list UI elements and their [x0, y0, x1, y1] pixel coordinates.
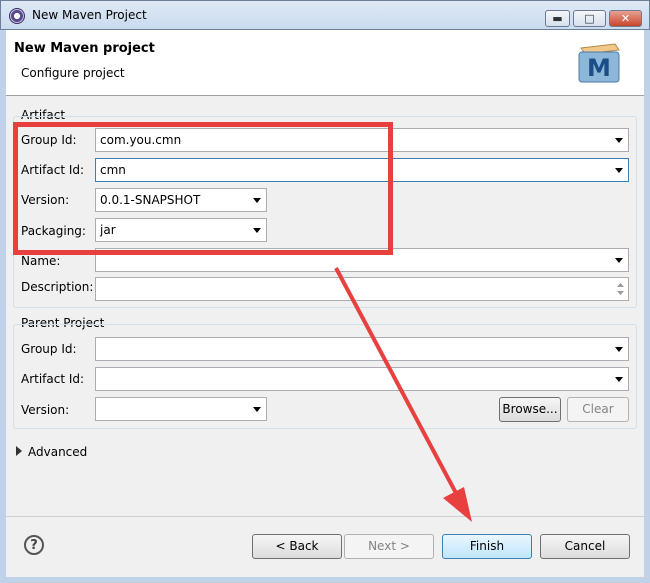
chevron-down-icon[interactable]	[615, 258, 623, 263]
page-title: New Maven project	[14, 41, 155, 56]
packaging-select[interactable]: jar	[95, 218, 267, 242]
browse-button[interactable]: Browse...	[499, 397, 561, 422]
parent-artifact-id-field[interactable]	[95, 367, 629, 391]
description-label: Description:	[21, 280, 94, 294]
page-subtitle: Configure project	[21, 66, 125, 80]
name-field[interactable]	[95, 248, 629, 272]
group-id-value: com.you.cmn	[100, 133, 182, 147]
chevron-down-icon[interactable]	[615, 347, 623, 352]
parent-group-id-label: Group Id:	[21, 342, 77, 356]
version-label: Version:	[21, 193, 70, 207]
wizard-header	[6, 30, 644, 96]
help-icon[interactable]: ?	[24, 535, 44, 555]
chevron-down-icon[interactable]	[615, 168, 623, 173]
parent-version-label: Version:	[21, 403, 70, 417]
artifact-id-field[interactable]: cmn	[95, 158, 629, 182]
footer-divider	[6, 516, 644, 517]
chevron-down-icon[interactable]	[253, 198, 261, 203]
version-value: 0.0.1-SNAPSHOT	[100, 193, 201, 207]
chevron-down-icon[interactable]	[615, 377, 623, 382]
minimize-button[interactable]: ▬	[545, 10, 570, 27]
packaging-label: Packaging:	[21, 224, 86, 238]
close-button[interactable]: ✕	[609, 10, 642, 27]
window-title: New Maven Project	[32, 8, 147, 22]
artifact-id-label: Artifact Id:	[21, 163, 85, 177]
group-id-field[interactable]: com.you.cmn	[95, 128, 629, 152]
packaging-value: jar	[100, 223, 116, 237]
maximize-button[interactable]: □	[573, 10, 606, 27]
maven-logo-letter: M	[587, 54, 611, 82]
next-button[interactable]: Next >	[344, 534, 434, 559]
group-id-label: Group Id:	[21, 133, 77, 147]
parent-artifact-id-label: Artifact Id:	[21, 372, 85, 386]
maven-logo-icon: M	[578, 43, 620, 83]
artifact-id-value: cmn	[100, 163, 126, 177]
back-button[interactable]: < Back	[252, 534, 342, 559]
scroll-arrows-icon[interactable]	[616, 280, 625, 298]
clear-button[interactable]: Clear	[567, 397, 629, 422]
description-textarea[interactable]	[95, 277, 629, 301]
name-label: Name:	[21, 254, 61, 268]
eclipse-app-icon	[9, 8, 25, 24]
chevron-right-icon[interactable]	[16, 446, 22, 456]
finish-button[interactable]: Finish	[442, 534, 532, 559]
chevron-down-icon[interactable]	[253, 228, 261, 233]
parent-version-select[interactable]	[95, 397, 267, 421]
advanced-toggle[interactable]: Advanced	[28, 445, 87, 459]
version-select[interactable]: 0.0.1-SNAPSHOT	[95, 188, 267, 212]
parent-group-id-field[interactable]	[95, 337, 629, 361]
chevron-down-icon[interactable]	[615, 138, 623, 143]
cancel-button[interactable]: Cancel	[540, 534, 630, 559]
chevron-down-icon[interactable]	[253, 407, 261, 412]
